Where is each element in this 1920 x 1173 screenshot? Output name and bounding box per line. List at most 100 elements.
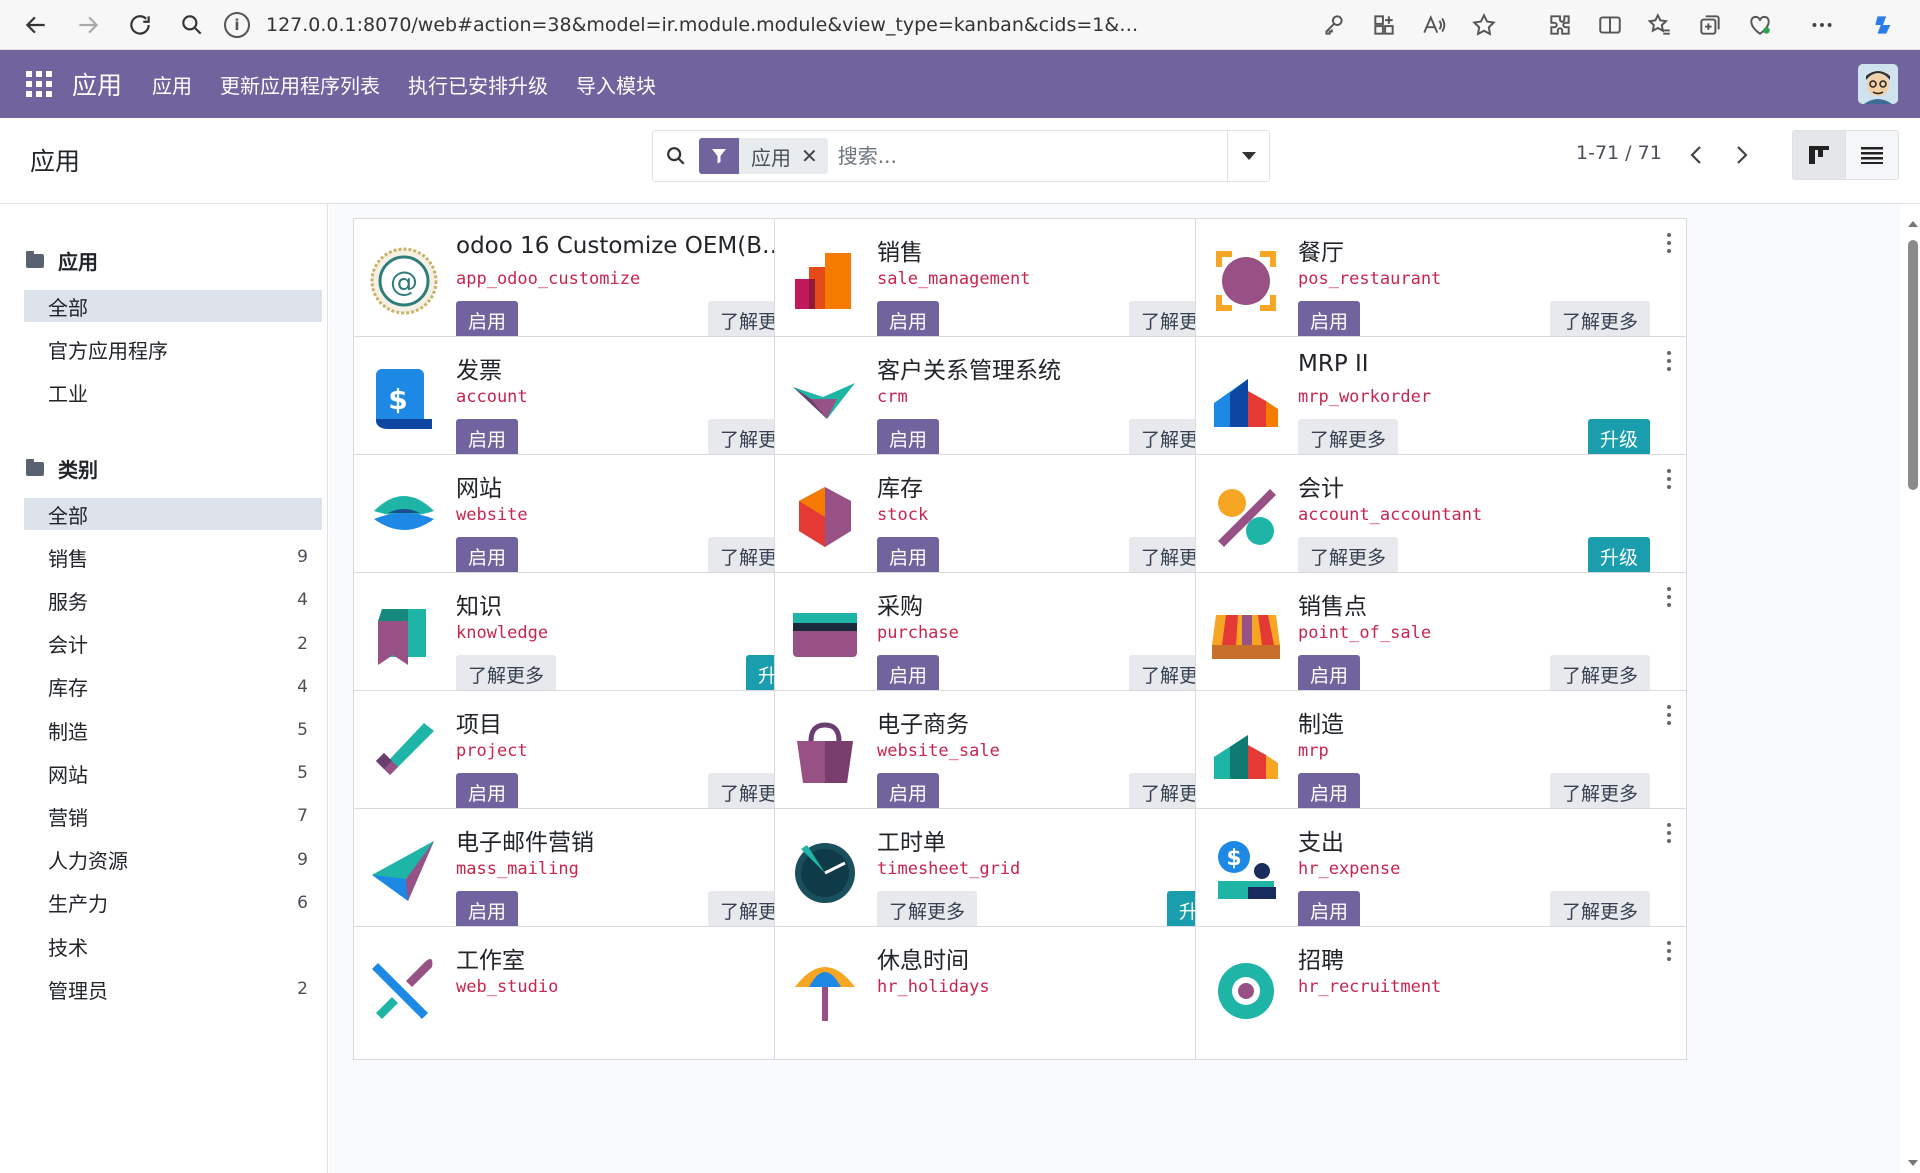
category-filter-item[interactable]: 服务 4 <box>24 584 322 616</box>
search-input[interactable] <box>837 136 1227 176</box>
nav-apply-scheduled-upgrades[interactable]: 执行已安排升级 <box>408 70 548 99</box>
app-card[interactable]: 工作室 web_studio <box>353 926 845 1060</box>
key-icon[interactable] <box>1312 3 1356 47</box>
install-button[interactable]: 启用 <box>456 419 519 457</box>
category-filter-item[interactable]: 管理员 2 <box>24 973 322 1005</box>
nav-apps[interactable]: 应用 <box>152 70 192 99</box>
card-menu-icon[interactable] <box>1666 469 1672 489</box>
extensions-icon[interactable] <box>1538 3 1582 47</box>
install-button[interactable]: 启用 <box>456 537 519 575</box>
category-filter-item[interactable]: 会计 2 <box>24 628 322 660</box>
category-filter-item[interactable]: 人力资源 9 <box>24 844 322 876</box>
install-button[interactable]: 启用 <box>456 891 519 929</box>
install-button[interactable]: 启用 <box>877 537 940 575</box>
app-card[interactable]: $ 发票 account 启用 了解更多 <box>353 336 845 470</box>
address-bar[interactable]: i 127.0.0.1:8070/web#action=38&model=ir.… <box>214 6 1312 44</box>
app-card[interactable]: 知识knowledge了解更多升级 <box>353 572 845 706</box>
split-screen-icon[interactable] <box>1588 3 1632 47</box>
search-icon[interactable] <box>170 3 214 47</box>
learn-more-button[interactable]: 了解更多 <box>1549 891 1650 929</box>
favorite-star-icon[interactable] <box>1462 3 1506 47</box>
copilot-icon[interactable] <box>1862 3 1906 47</box>
facet-remove-icon[interactable]: ✕ <box>801 144 828 168</box>
card-menu-icon[interactable] <box>1666 823 1672 843</box>
learn-more-button[interactable]: 了解更多 <box>1549 301 1650 339</box>
app-card[interactable]: 销售点 point_of_sale 启用 了解更多 <box>1195 572 1687 706</box>
app-card[interactable]: 电子邮件营销 mass_mailing 启用 了解更多 <box>353 808 845 942</box>
health-icon[interactable] <box>1738 3 1782 47</box>
category-filter-item[interactable]: 全部 <box>24 498 322 530</box>
install-button[interactable]: 启用 <box>1298 891 1361 929</box>
upgrade-button[interactable]: 升级 <box>1587 419 1650 457</box>
filter-industries[interactable]: 工业 <box>24 376 322 408</box>
app-card[interactable]: 采购 purchase 启用 了解更多 <box>774 572 1266 706</box>
scrollbar-thumb[interactable] <box>1908 240 1918 490</box>
filter-official-apps[interactable]: 官方应用程序 <box>24 333 322 365</box>
install-button[interactable]: 启用 <box>456 301 519 339</box>
install-button[interactable]: 启用 <box>1298 301 1361 339</box>
learn-more-button[interactable]: 了解更多 <box>1298 419 1399 457</box>
category-filter-item[interactable]: 技术 <box>24 930 322 962</box>
app-card[interactable]: $ 支出 hr_expense 启用 了解更多 <box>1195 808 1687 942</box>
install-button[interactable]: 启用 <box>456 773 519 811</box>
category-filter-item[interactable]: 生产力 6 <box>24 887 322 919</box>
site-info-icon[interactable]: i <box>224 11 250 38</box>
app-card[interactable]: @ odoo 16 Customize OEM(Bo... app_odoo_cus… <box>353 218 845 352</box>
scrollbar[interactable] <box>1906 218 1920 1173</box>
upgrade-button[interactable]: 升级 <box>1587 537 1650 575</box>
install-button[interactable]: 启用 <box>877 655 940 693</box>
app-card[interactable]: 项目 project 启用 了解更多 <box>353 690 845 824</box>
app-card[interactable]: MRP II mrp_workorder 了解更多 升级 <box>1195 336 1687 470</box>
card-menu-icon[interactable] <box>1666 233 1672 253</box>
app-card[interactable]: 库存 stock 启用 了解更多 <box>774 454 1266 588</box>
search-icon[interactable] <box>653 145 699 167</box>
app-card[interactable]: 销售 sale_management 启用 了解更多 <box>774 218 1266 352</box>
apps-add-icon[interactable] <box>1362 3 1406 47</box>
pager-value[interactable]: 1-71 / 71 <box>1576 142 1662 164</box>
card-menu-icon[interactable] <box>1666 351 1672 371</box>
learn-more-button[interactable]: 了解更多 <box>456 655 557 693</box>
install-button[interactable]: 启用 <box>1298 773 1361 811</box>
forward-icon[interactable] <box>66 3 110 47</box>
card-menu-icon[interactable] <box>1666 941 1672 961</box>
install-button[interactable]: 启用 <box>877 419 940 457</box>
category-filter-item[interactable]: 库存 4 <box>24 671 322 703</box>
scroll-up-icon[interactable] <box>1906 218 1920 230</box>
app-card[interactable]: 网站 website 启用 了解更多 <box>353 454 845 588</box>
install-button[interactable]: 启用 <box>877 301 940 339</box>
app-card[interactable]: 客户关系管理系统 crm 启用 了解更多 <box>774 336 1266 470</box>
pager-next[interactable] <box>1720 132 1764 178</box>
favorites-icon[interactable] <box>1638 3 1682 47</box>
app-card[interactable]: 会计 account_accountant 了解更多 升级 <box>1195 454 1687 588</box>
more-icon[interactable] <box>1800 3 1844 47</box>
card-menu-icon[interactable] <box>1666 705 1672 725</box>
scroll-down-icon[interactable] <box>1906 1157 1920 1169</box>
nav-update-apps-list[interactable]: 更新应用程序列表 <box>220 70 380 99</box>
user-avatar[interactable] <box>1858 64 1898 104</box>
kanban-view-button[interactable] <box>1792 130 1846 180</box>
nav-import-module[interactable]: 导入模块 <box>576 70 656 99</box>
learn-more-button[interactable]: 了解更多 <box>1298 537 1399 575</box>
learn-more-button[interactable]: 了解更多 <box>877 891 978 929</box>
back-icon[interactable] <box>14 3 58 47</box>
app-card[interactable]: 工时单timesheet_grid了解更多升级 <box>774 808 1266 942</box>
install-button[interactable]: 启用 <box>1298 655 1361 693</box>
category-filter-item[interactable]: 营销 7 <box>24 800 322 832</box>
card-menu-icon[interactable] <box>1666 587 1672 607</box>
category-filter-item[interactable]: 网站 5 <box>24 757 322 789</box>
install-button[interactable]: 启用 <box>877 773 940 811</box>
app-card[interactable]: 休息时间 hr_holidays <box>774 926 1266 1060</box>
collections-icon[interactable] <box>1688 3 1732 47</box>
category-filter-item[interactable]: 制造 5 <box>24 714 322 746</box>
navbar-brand[interactable]: 应用 <box>72 66 122 102</box>
list-view-button[interactable] <box>1845 130 1899 180</box>
app-card[interactable]: 制造 mrp 启用 了解更多 <box>1195 690 1687 824</box>
read-aloud-icon[interactable] <box>1412 3 1456 47</box>
app-card[interactable]: 餐厅 pos_restaurant 启用 了解更多 <box>1195 218 1687 352</box>
app-card[interactable]: 电子商务 website_sale 启用 了解更多 <box>774 690 1266 824</box>
learn-more-button[interactable]: 了解更多 <box>1549 773 1650 811</box>
category-filter-item[interactable]: 销售 9 <box>24 541 322 573</box>
app-menu-icon[interactable] <box>26 71 52 97</box>
search-options-toggle[interactable] <box>1227 131 1269 181</box>
refresh-icon[interactable] <box>118 3 162 47</box>
